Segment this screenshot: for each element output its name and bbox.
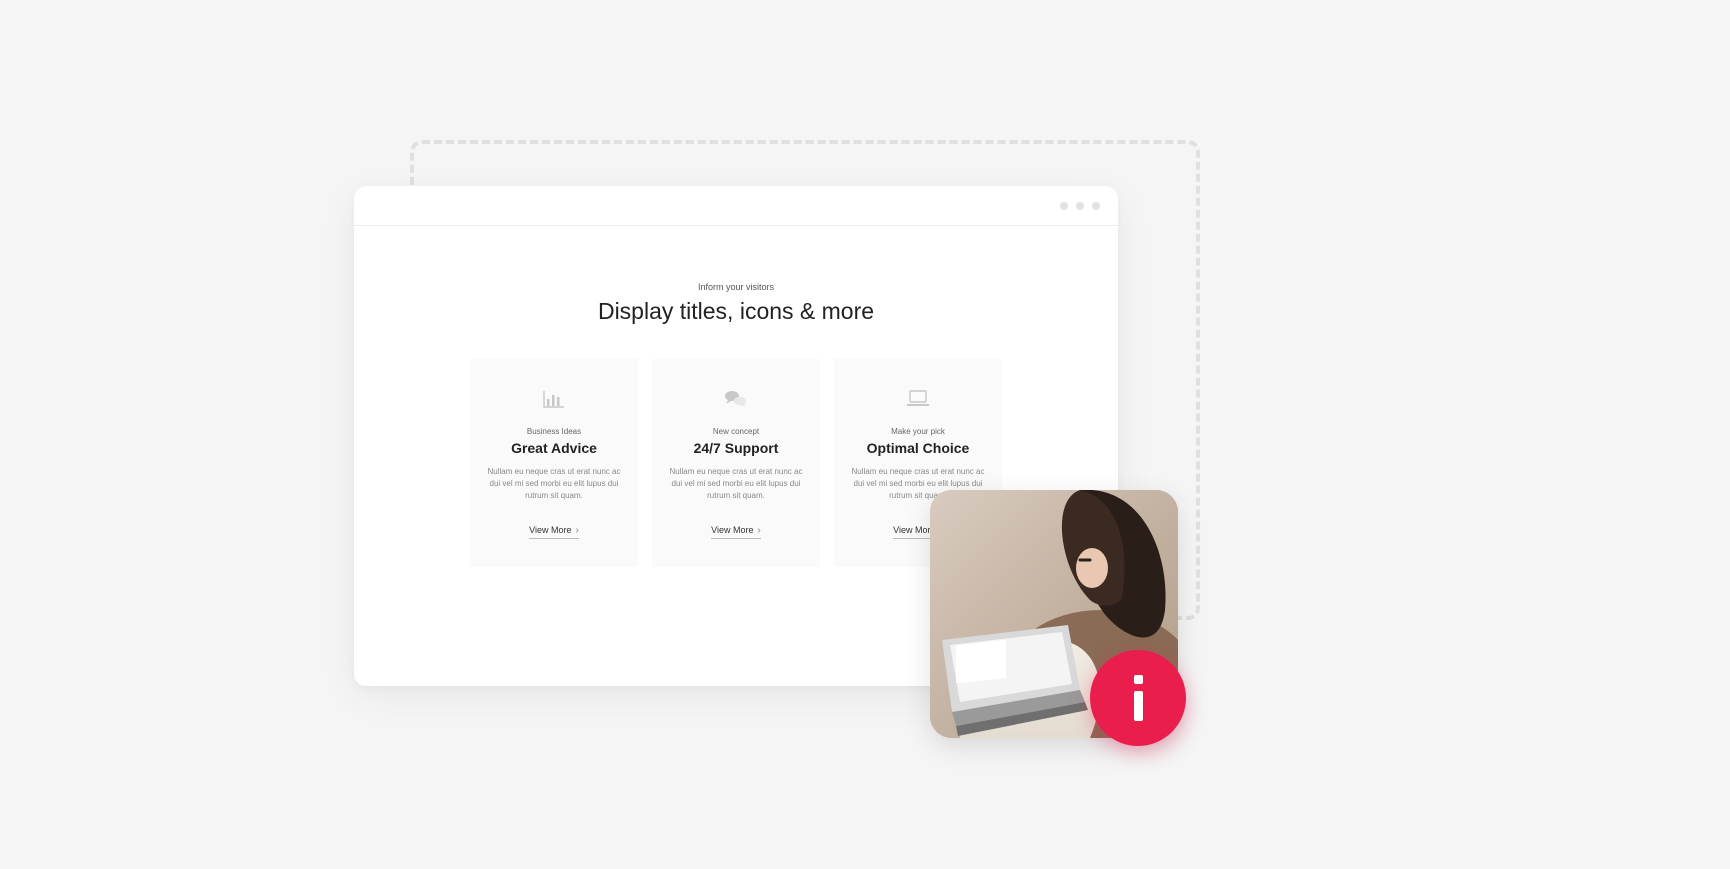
view-more-link[interactable]: View More [529,525,579,539]
window-dot [1092,202,1100,210]
browser-title-bar [354,186,1118,226]
feature-card[interactable]: New concept 24/7 Support Nullam eu neque… [652,359,820,567]
view-more-link[interactable]: View More [711,525,761,539]
feature-card[interactable]: Business Ideas Great Advice Nullam eu ne… [470,359,638,567]
window-dot [1076,202,1084,210]
card-eyebrow: Business Ideas [484,427,624,436]
card-title: Great Advice [484,440,624,456]
chat-bubbles-icon [666,387,806,411]
card-eyebrow: Make your pick [848,427,988,436]
card-eyebrow: New concept [666,427,806,436]
card-body: Nullam eu neque cras ut erat nunc ac dui… [484,466,624,502]
card-title: Optimal Choice [848,440,988,456]
laptop-icon [848,387,988,411]
card-body: Nullam eu neque cras ut erat nunc ac dui… [666,466,806,502]
bar-chart-icon [484,387,624,411]
section-eyebrow: Inform your visitors [394,282,1078,292]
section-headline: Display titles, icons & more [394,298,1078,325]
info-badge[interactable] [1090,650,1186,746]
window-dot [1060,202,1068,210]
card-title: 24/7 Support [666,440,806,456]
info-icon [1134,675,1143,721]
